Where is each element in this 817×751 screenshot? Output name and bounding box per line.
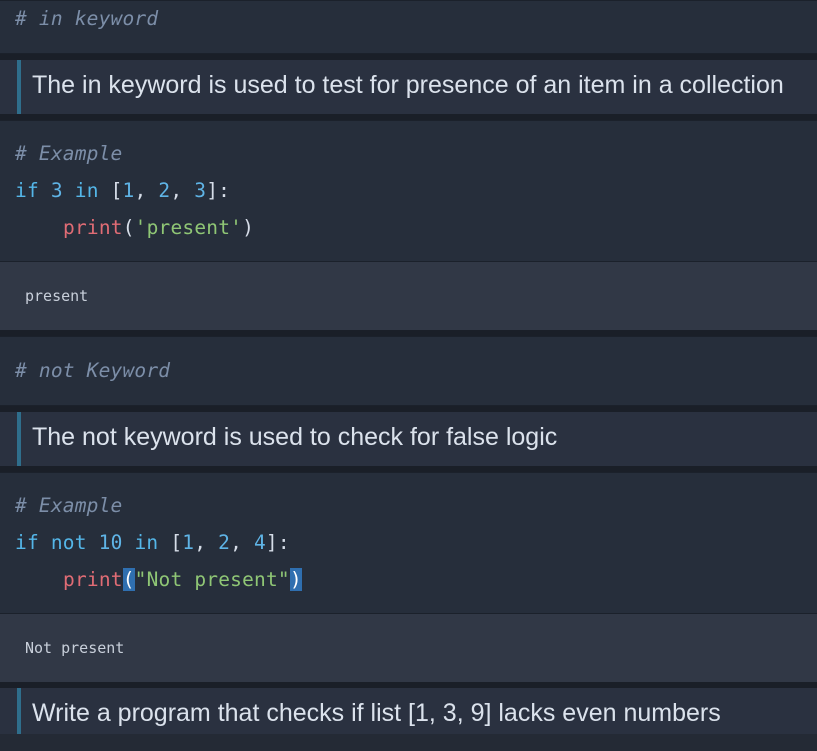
string-token: "Not present" bbox=[134, 568, 290, 591]
bracket-token: [ bbox=[110, 179, 123, 202]
number-token: 4 bbox=[253, 531, 266, 554]
code-comment: # not Keyword bbox=[15, 359, 171, 382]
paren-token: ) bbox=[242, 216, 255, 239]
output-text: present bbox=[25, 287, 89, 305]
markdown-cell-in-keyword[interactable]: The in keyword is used to test for prese… bbox=[0, 60, 817, 114]
markdown-text: Write a program that checks if list [1, … bbox=[32, 699, 721, 727]
number-token: 3 bbox=[50, 179, 63, 202]
markdown-accent-bar bbox=[17, 412, 21, 466]
number-token: 10 bbox=[98, 531, 123, 554]
next-cell-partial bbox=[0, 734, 817, 751]
bracket-token: ]: bbox=[206, 179, 231, 202]
code-line-if-not: if not 10 in [1, 2, 4]: bbox=[15, 531, 290, 554]
markdown-accent-bar bbox=[17, 60, 21, 114]
code-cell-in-keyword[interactable]: # in keyword bbox=[0, 0, 817, 54]
number-token: 2 bbox=[158, 179, 171, 202]
markdown-cell-exercise[interactable]: Write a program that checks if list [1, … bbox=[0, 688, 817, 734]
bracket-token: ]: bbox=[265, 531, 290, 554]
matched-paren-token: ) bbox=[289, 568, 302, 591]
matched-paren-token: ( bbox=[122, 568, 135, 591]
code-comment: # Example bbox=[15, 494, 123, 517]
markdown-text: The in keyword is used to test for prese… bbox=[32, 71, 784, 99]
markdown-text: The not keyword is used to check for fal… bbox=[32, 423, 558, 451]
code-cell-not-keyword[interactable]: # not Keyword bbox=[0, 336, 817, 406]
number-token: 1 bbox=[122, 179, 135, 202]
function-token: print bbox=[63, 568, 123, 591]
markdown-cell-not-keyword[interactable]: The not keyword is used to check for fal… bbox=[0, 412, 817, 466]
code-comment: # Example bbox=[15, 142, 123, 165]
string-token: 'present' bbox=[134, 216, 243, 239]
number-token: 2 bbox=[218, 531, 231, 554]
code-line-print: print("Not present") bbox=[63, 568, 302, 591]
number-token: 3 bbox=[194, 179, 207, 202]
keyword-token: if bbox=[15, 531, 39, 554]
keyword-token: not bbox=[50, 531, 87, 554]
output-cell-present: present bbox=[0, 262, 817, 330]
function-token: print bbox=[63, 216, 123, 239]
output-text: Not present bbox=[25, 639, 125, 657]
number-token: 1 bbox=[182, 531, 195, 554]
code-comment: # in keyword bbox=[15, 7, 159, 30]
paren-token: ( bbox=[122, 216, 135, 239]
output-cell-not-present: Not present bbox=[0, 614, 817, 682]
markdown-accent-bar bbox=[17, 688, 21, 734]
code-line-if: if 3 in [1, 2, 3]: bbox=[15, 179, 231, 202]
code-cell-in-example[interactable]: # Example if 3 in [1, 2, 3]: print('pres… bbox=[0, 120, 817, 262]
keyword-token: in bbox=[74, 179, 99, 202]
code-cell-not-example[interactable]: # Example if not 10 in [1, 2, 4]: print(… bbox=[0, 472, 817, 614]
keyword-token: in bbox=[134, 531, 159, 554]
bracket-token: [ bbox=[170, 531, 183, 554]
code-line-print: print('present') bbox=[63, 216, 254, 239]
keyword-token: if bbox=[15, 179, 39, 202]
